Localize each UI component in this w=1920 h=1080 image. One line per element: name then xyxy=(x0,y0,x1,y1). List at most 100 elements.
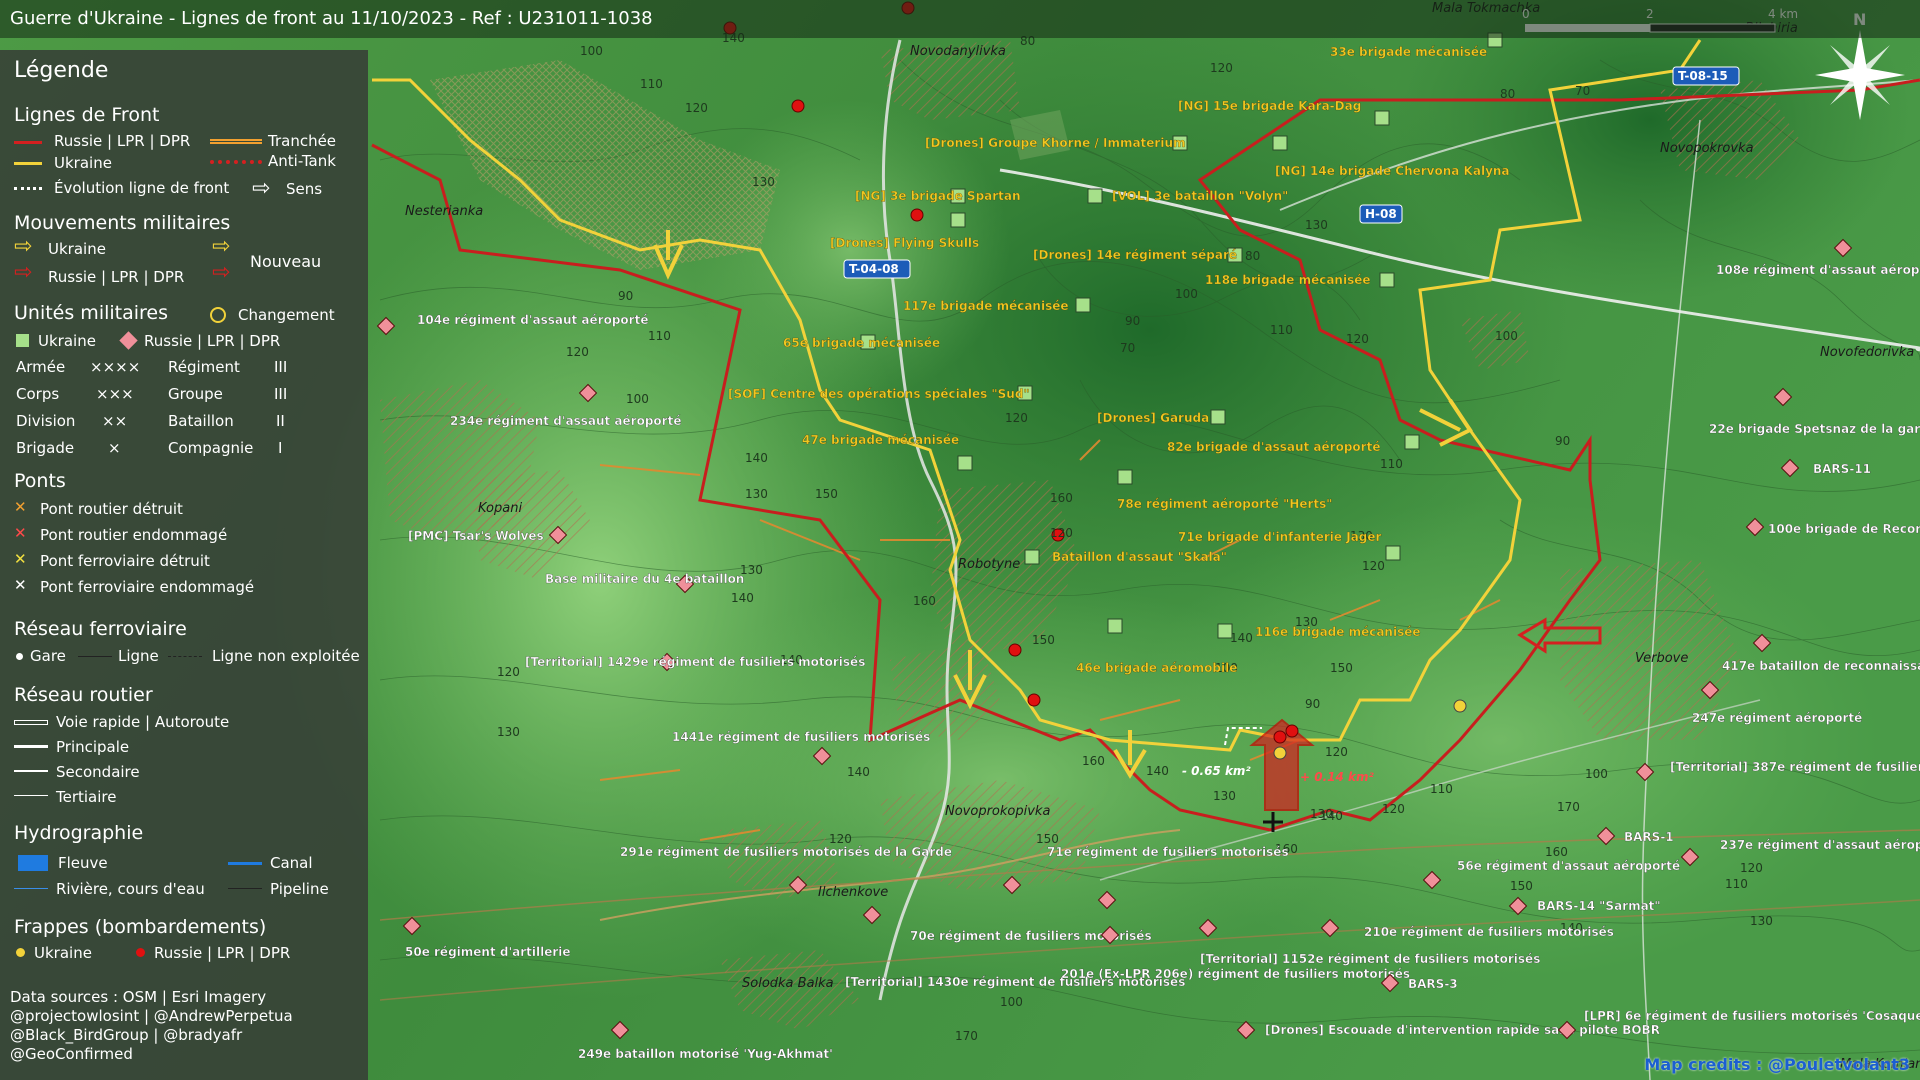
legend-heading-bridges: Ponts xyxy=(14,470,66,492)
ukraine-unit-label: 47e brigade mécanisée xyxy=(802,433,959,447)
contour-label: 130 xyxy=(497,725,520,739)
secondary-road-swatch xyxy=(14,770,48,772)
place-name: Solodka Balka xyxy=(742,976,834,991)
ukraine-unit-label: 82e brigade d'assaut aéroporté xyxy=(1167,440,1380,454)
ukraine-unit-marker[interactable] xyxy=(1385,545,1401,561)
contour-label: 120 xyxy=(566,345,589,359)
ukraine-unit-marker[interactable] xyxy=(1374,110,1390,126)
contour-label: 120 xyxy=(829,832,852,846)
contour-label: 80 xyxy=(1500,87,1515,101)
legend-title: Légende xyxy=(14,58,109,83)
unit-size-symbol: III xyxy=(274,358,288,376)
ukraine-unit-marker[interactable] xyxy=(1210,409,1226,425)
contour-label: 100 xyxy=(580,44,603,58)
place-name: Novopokrovka xyxy=(1660,141,1754,156)
legend-front-direction: Sens xyxy=(286,180,323,198)
contour-label: 110 xyxy=(640,77,663,91)
contour-label: 140 xyxy=(731,591,754,605)
contour-label: 120 xyxy=(497,665,520,679)
legend-bridge-item: Pont routier endommagé xyxy=(40,526,228,544)
main-road-swatch xyxy=(14,745,48,748)
contour-label: 140 xyxy=(1146,764,1169,778)
ukraine-unit-label: 116e brigade mécanisée xyxy=(1255,625,1421,639)
contour-label: 80 xyxy=(1245,249,1260,263)
russia-unit-label: 108e régiment d'assaut aéroporté xyxy=(1716,263,1920,277)
legend-hydro-river: Rivière, cours d'eau xyxy=(56,880,205,898)
ukraine-unit-marker[interactable] xyxy=(1217,623,1233,639)
russia-unit-label: 210e régiment de fusiliers motorisés xyxy=(1364,925,1614,939)
russia-unit-label: 249e bataillon motorisé 'Yug-Akhmat' xyxy=(578,1047,833,1061)
place-name: Kopani xyxy=(478,501,522,516)
legend-units-ukraine: Ukraine xyxy=(38,332,96,350)
contour-label: 130 xyxy=(752,175,775,189)
russia-unit-label: [PMC] Tsar's Wolves xyxy=(408,529,544,543)
rail-bridge-destroyed-icon: ✕ xyxy=(14,550,27,568)
contour-label: 130 xyxy=(745,487,768,501)
contour-label: 100 xyxy=(1175,287,1198,301)
place-name: Verbove xyxy=(1635,651,1688,666)
contour-label: 170 xyxy=(1557,800,1580,814)
ukraine-unit-label: 65e brigade mécanisée xyxy=(783,336,940,350)
map-title: Guerre d'Ukraine - Lignes de front au 11… xyxy=(10,8,653,29)
ukraine-unit-marker[interactable] xyxy=(1107,618,1123,634)
contour-label: 120 xyxy=(1382,802,1405,816)
contour-label: 120 xyxy=(1050,526,1073,540)
contour-label: 110 xyxy=(1725,877,1748,891)
new-russia-arrow-icon: ⇨ xyxy=(212,260,231,285)
russia-unit-label: 237e régiment d'assaut aéroporté xyxy=(1720,838,1920,852)
ukraine-unit-marker[interactable] xyxy=(1087,188,1103,204)
russia-unit-label: BARS-1 xyxy=(1624,830,1674,844)
unit-size-label: Groupe xyxy=(168,385,223,403)
unit-size-label: Division xyxy=(16,412,76,430)
legend-movement-russia: Russie | LPR | DPR xyxy=(48,268,185,286)
map-credit: Map credits : @Pouletvolant3 xyxy=(1644,1055,1910,1074)
legend-front-antitank: Anti-Tank xyxy=(268,152,336,170)
ukraine-unit-marker[interactable] xyxy=(1117,469,1133,485)
place-name: Nesterianka xyxy=(405,204,483,219)
russia-unit-label: 234e régiment d'assaut aéroporté xyxy=(450,414,681,428)
contour-label: 120 xyxy=(1325,745,1348,759)
station-dot-icon xyxy=(16,653,23,660)
legend-road-item: Tertiaire xyxy=(56,788,117,806)
data-source-line: @GeoConfirmed xyxy=(10,1045,133,1063)
road-bridge-destroyed-icon: ✕ xyxy=(14,498,27,516)
ukraine-unit-label: [VOL] 3e bataillon "Volyn" xyxy=(1112,189,1288,203)
ukraine-unit-marker[interactable] xyxy=(1379,272,1395,288)
ukraine-unit-marker[interactable] xyxy=(950,212,966,228)
place-name: Robotyne xyxy=(958,557,1020,572)
contour-label: 140 xyxy=(745,451,768,465)
contour-label: 170 xyxy=(955,1029,978,1043)
legend-hydro-river-big: Fleuve xyxy=(58,854,108,872)
ukraine-unit-label: [SOF] Centre des opérations spéciales "S… xyxy=(728,387,1030,401)
ukraine-unit-marker[interactable] xyxy=(1075,297,1091,313)
legend-rail-line: Ligne xyxy=(118,647,159,665)
contour-label: 100 xyxy=(1585,767,1608,781)
contour-label: 90 xyxy=(1305,697,1320,711)
ukraine-unit-marker[interactable] xyxy=(957,455,973,471)
ukraine-unit-label: 71e brigade d'infanterie Jager xyxy=(1178,530,1382,544)
legend-heading-road: Réseau routier xyxy=(14,684,153,706)
russia-unit-label: 291e régiment de fusiliers motorisés de … xyxy=(620,845,952,859)
ukraine-unit-label: [NG] 14e brigade Chervona Kalyna xyxy=(1275,164,1510,178)
ukraine-unit-marker[interactable] xyxy=(1404,434,1420,450)
legend-road-item: Principale xyxy=(56,738,130,756)
contour-label: 120 xyxy=(1210,61,1233,75)
contour-label: 140 xyxy=(1230,631,1253,645)
contour-label: 150 xyxy=(1032,633,1055,647)
ukraine-unit-label: 117e brigade mécanisée xyxy=(903,299,1069,313)
ukraine-unit-marker[interactable] xyxy=(1272,135,1288,151)
pipeline-swatch xyxy=(228,888,262,889)
ukraine-unit-marker[interactable] xyxy=(1024,549,1040,565)
ukraine-movement-arrow-icon: ⇨ xyxy=(14,234,33,259)
russia-unit-label: 22e brigade Spetsnaz de la garde xyxy=(1709,422,1920,436)
contour-label: 150 xyxy=(1330,661,1353,675)
russia-unit-label: [Territorial] 387e régiment de fusiliers… xyxy=(1670,760,1920,774)
contour-label: 90 xyxy=(1125,314,1140,328)
direction-arrow-icon: ⇨ xyxy=(252,176,271,201)
legend-movement-ukraine: Ukraine xyxy=(48,240,106,258)
legend-units-russia: Russie | LPR | DPR xyxy=(144,332,281,350)
legend-heading-units: Unités militaires xyxy=(14,302,169,324)
ukraine-unit-label: [Drones] 14e régiment séparé xyxy=(1033,248,1237,262)
ukraine-unit-label: Bataillon d'assaut "Skala" xyxy=(1052,550,1227,564)
contour-label: 110 xyxy=(648,329,671,343)
